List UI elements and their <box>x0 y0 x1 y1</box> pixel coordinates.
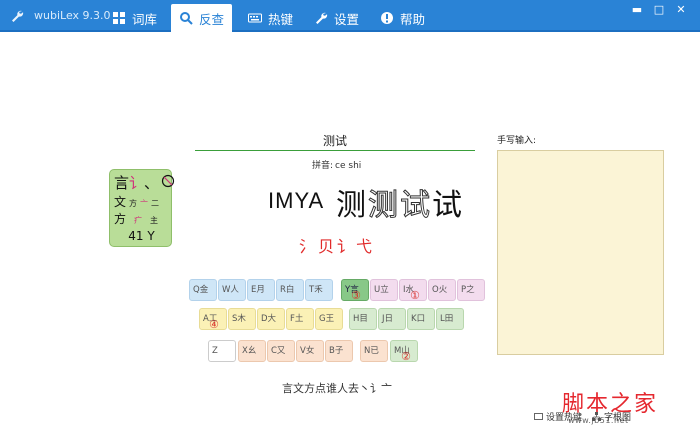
key-u[interactable]: U立 <box>370 279 398 301</box>
code-card-root: 二 <box>151 199 160 208</box>
code-card-root: 主 <box>150 216 159 225</box>
tab-label: 词库 <box>132 11 158 27</box>
wrench-icon <box>316 12 328 24</box>
result-characters: 测测试试 <box>336 180 464 224</box>
code-card: 言 讠 、 文 方 亠 二 方 疒 主 41 Y <box>109 169 175 247</box>
wrench-icon <box>12 10 24 22</box>
key-d[interactable]: D大 <box>257 308 285 330</box>
code-card-root: 亠 <box>140 199 149 208</box>
key-l[interactable]: L田 <box>436 308 464 330</box>
key-t[interactable]: T禾 <box>305 279 333 301</box>
pinyin-value: ce shi <box>335 161 362 171</box>
set-hotkey-label: 设置热键 <box>546 413 583 423</box>
footer: 设置热键 字根图 <box>534 410 641 423</box>
tab-ciku[interactable]: 词库 <box>112 4 157 32</box>
code-card-root: 方 <box>114 212 127 226</box>
code-card-root: 讠 <box>129 174 145 192</box>
code-card-root: 疒 <box>134 216 143 225</box>
key-n[interactable]: N已 <box>360 340 388 362</box>
forbidden-icon <box>161 174 175 188</box>
grid-icon <box>113 12 125 24</box>
key-r[interactable]: R白 <box>276 279 304 301</box>
key-g[interactable]: G王 <box>315 308 343 330</box>
result-char: 测 <box>336 188 368 223</box>
title-bar: wubiLex 9.3.0 词库 反查 热键 设置 帮助 ▬ □ ✕ <box>0 0 700 32</box>
tab-label: 设置 <box>334 11 360 27</box>
code-card-root: 文 <box>114 195 127 209</box>
tab-hotkey[interactable]: 热键 <box>248 4 293 32</box>
tab-label: 帮助 <box>400 11 426 27</box>
code-card-root: 方 <box>129 199 138 208</box>
key-s[interactable]: S木 <box>228 308 256 330</box>
key-v[interactable]: V女 <box>296 340 324 362</box>
maximize-button[interactable]: □ <box>648 2 670 18</box>
root-chart-label: 字根图 <box>604 413 632 423</box>
order-mark: ① <box>410 289 420 302</box>
key-j[interactable]: J日 <box>378 308 406 330</box>
tab-label: 反查 <box>199 11 225 27</box>
tab-fancha[interactable]: 反查 <box>171 4 233 32</box>
tree-icon <box>592 412 602 421</box>
input-code: IMYA <box>268 188 325 213</box>
search-icon <box>180 12 193 25</box>
key-p[interactable]: P之 <box>457 279 485 301</box>
order-mark: ② <box>401 350 411 363</box>
key-w[interactable]: W人 <box>218 279 246 301</box>
app-title: wubiLex 9.3.0 <box>34 9 111 22</box>
key-e[interactable]: E月 <box>247 279 275 301</box>
info-icon <box>381 12 393 24</box>
result-char: 测 <box>368 188 400 224</box>
keyboard-icon <box>534 413 543 420</box>
component-roots: 氵贝讠弋 <box>299 237 376 256</box>
tab-label: 热键 <box>268 11 294 27</box>
key-b[interactable]: B子 <box>325 340 353 362</box>
key-k[interactable]: K口 <box>407 308 435 330</box>
key-c[interactable]: C又 <box>267 340 295 362</box>
root-mnemonic: 言文方点谁人去丶讠亠 <box>282 382 392 395</box>
code-card-root: 、 <box>144 174 160 192</box>
key-z[interactable]: Z <box>208 340 236 362</box>
result-title: 测试 <box>322 134 347 148</box>
close-button[interactable]: ✕ <box>670 2 692 18</box>
code-card-footer: 41 Y <box>128 229 155 243</box>
result-char: 试 <box>432 188 464 223</box>
key-f[interactable]: F土 <box>286 308 314 330</box>
order-mark: ③ <box>351 289 361 302</box>
result-char: 试 <box>400 188 432 224</box>
tab-help[interactable]: 帮助 <box>380 4 425 32</box>
handwriting-pad[interactable] <box>497 150 664 355</box>
key-x[interactable]: X幺 <box>238 340 266 362</box>
key-o[interactable]: O火 <box>428 279 456 301</box>
set-hotkey-button[interactable]: 设置热键 <box>534 410 582 423</box>
pinyin-line: 拼音: ce shi <box>312 158 361 171</box>
key-h[interactable]: H目 <box>349 308 377 330</box>
key-q[interactable]: Q金 <box>189 279 217 301</box>
window-controls: ▬ □ ✕ <box>626 2 692 18</box>
minimize-button[interactable]: ▬ <box>626 2 648 18</box>
handwriting-label: 手写输入: <box>497 136 537 146</box>
order-mark: ④ <box>209 318 219 331</box>
keyboard-icon <box>248 13 262 23</box>
divider <box>195 150 475 151</box>
tab-settings[interactable]: 设置 <box>314 4 359 32</box>
code-card-root: 言 <box>114 174 130 192</box>
pinyin-label: 拼音: <box>312 161 334 171</box>
root-chart-button[interactable]: 字根图 <box>592 410 631 423</box>
